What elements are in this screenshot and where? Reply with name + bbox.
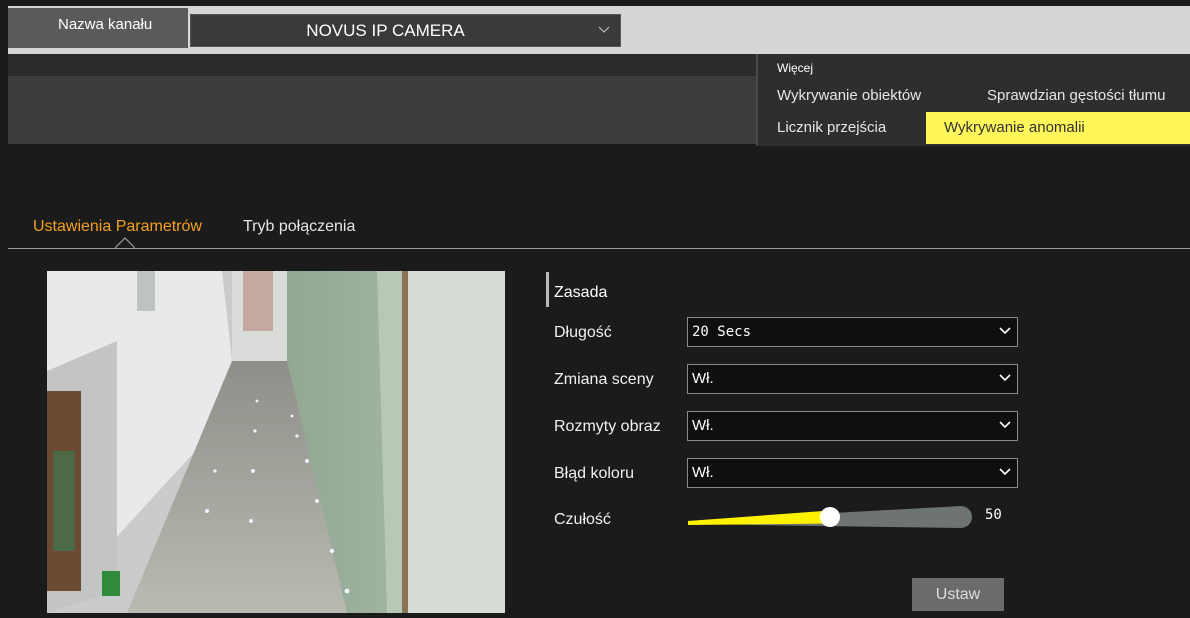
length-select[interactable]: 20 Secs bbox=[687, 317, 1018, 347]
section-title: Zasada bbox=[554, 284, 608, 301]
menu-item-cross-counting[interactable]: Licznik przejścia bbox=[777, 113, 886, 143]
header-band-main bbox=[8, 76, 758, 144]
chevron-down-icon bbox=[999, 421, 1011, 429]
blurred-image-select[interactable]: Wł. bbox=[687, 411, 1018, 441]
sensitivity-label: Czułość bbox=[554, 511, 611, 528]
length-select-value: 20 Secs bbox=[692, 324, 752, 340]
scene-change-select[interactable]: Wł. bbox=[687, 364, 1018, 394]
more-menu-title: Więcej bbox=[777, 61, 814, 75]
sensitivity-value: 50 bbox=[985, 507, 1002, 523]
color-error-select[interactable]: Wł. bbox=[687, 458, 1018, 488]
tab-linkage-mode[interactable]: Tryb połączenia bbox=[243, 218, 355, 236]
channel-select[interactable]: NOVUS IP CAMERA bbox=[190, 14, 621, 47]
tab-divider bbox=[8, 248, 1190, 249]
length-label: Długość bbox=[554, 324, 612, 341]
chevron-down-icon bbox=[598, 26, 610, 33]
set-button[interactable]: Ustaw bbox=[912, 578, 1004, 611]
color-error-select-value: Wł. bbox=[692, 464, 714, 481]
chevron-down-icon bbox=[999, 374, 1011, 382]
scene-change-label: Zmiana sceny bbox=[554, 371, 654, 388]
menu-item-anomaly-detection[interactable]: Wykrywanie anomalii bbox=[926, 112, 1190, 144]
sensitivity-slider[interactable] bbox=[688, 506, 972, 528]
menu-item-crowd-density[interactable]: Sprawdzian gęstości tłumu bbox=[987, 81, 1190, 111]
tab-parameter-settings[interactable]: Ustawienia Parametrów bbox=[33, 218, 202, 236]
blurred-image-label: Rozmyty obraz bbox=[554, 418, 661, 435]
channel-name-label: Nazwa kanału bbox=[8, 8, 188, 48]
color-error-label: Błąd koloru bbox=[554, 465, 635, 482]
menu-item-object-detection[interactable]: Wykrywanie obiektów bbox=[777, 81, 921, 111]
scene-change-select-value: Wł. bbox=[692, 370, 714, 387]
channel-select-value: NOVUS IP CAMERA bbox=[306, 21, 465, 40]
chevron-down-icon bbox=[999, 327, 1011, 335]
chevron-down-icon bbox=[999, 468, 1011, 476]
active-tab-indicator bbox=[115, 237, 135, 249]
camera-preview-image bbox=[47, 271, 505, 613]
blurred-image-select-value: Wł. bbox=[692, 417, 714, 434]
slider-thumb bbox=[820, 507, 840, 527]
section-marker bbox=[546, 272, 549, 307]
slider-fill bbox=[688, 510, 830, 525]
